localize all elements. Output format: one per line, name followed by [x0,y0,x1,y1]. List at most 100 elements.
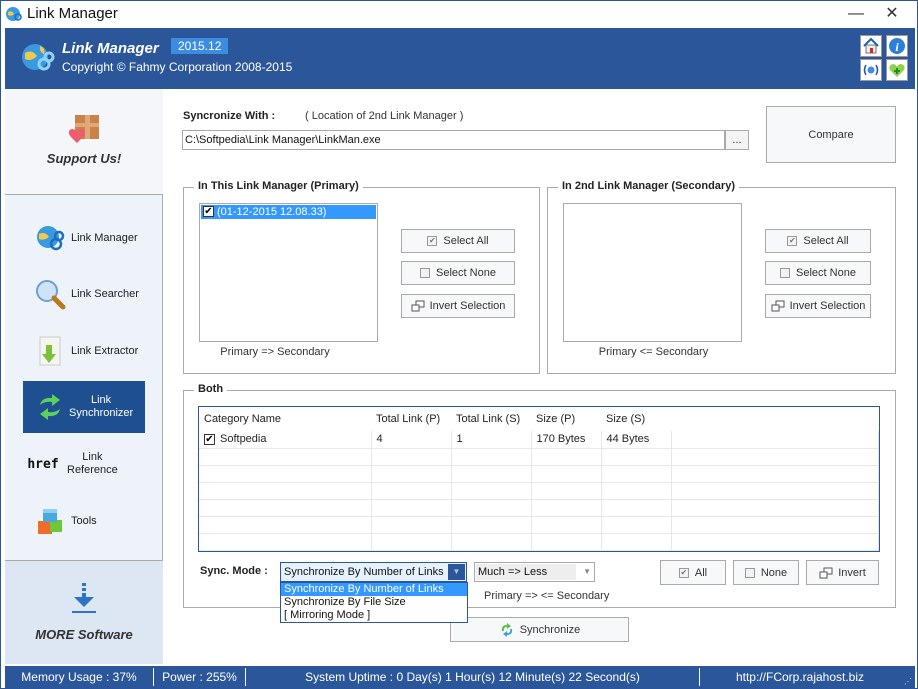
extract-icon [33,334,67,368]
sidebar-item-label: Link Reference [67,451,118,477]
button-label: Select None [436,267,496,279]
memory-usage: Memory Usage : 37% [21,670,137,684]
button-label: Select None [796,267,856,279]
secondary-listbox[interactable] [563,203,742,342]
favorite-heart-icon [889,64,905,77]
magnifier-icon [33,277,67,311]
minimize-button[interactable]: — [841,3,871,25]
table-cell: 170 Bytes [531,431,602,449]
title-bar: Link Manager — ✕ [1,1,917,27]
href-icon-text: href [27,456,59,472]
chevron-down-icon[interactable]: ▼ [583,564,591,580]
column-header[interactable]: Category Name [199,407,371,431]
secondary-select-none-button[interactable]: Select None [765,261,871,285]
invert-selection-icon [411,300,425,312]
both-group-title: Both [194,383,228,395]
close-button[interactable]: ✕ [877,3,907,25]
favorite-button[interactable] [886,59,908,81]
support-us-button[interactable]: Support Us! [5,89,163,195]
sidebar-item-tools[interactable]: Tools [23,495,145,547]
more-software-button[interactable]: MORE Software [5,560,163,664]
button-label: Select All [803,235,849,247]
sidebar-item-label: Link Synchronizer [69,394,133,420]
list-item-checkbox[interactable]: ✔ [203,206,214,217]
column-header[interactable]: Total Link (S) [451,407,531,431]
category-name: Softpedia [220,433,267,446]
sync-with-hint: ( Location of 2nd Link Manager ) [305,110,464,122]
primary-select-none-button[interactable]: Select None [401,261,515,285]
row-checkbox[interactable]: ✔ [204,433,215,445]
dropdown-option[interactable]: Synchronize By Number of Links [281,583,467,596]
sync-icon [501,622,512,637]
tools-cubes-icon [33,504,67,538]
secondary-select-all-button[interactable]: ✔ Select All [765,229,871,253]
dropdown-option[interactable]: Synchronize By File Size [281,596,467,609]
invert-selection-icon [819,567,833,578]
resize-grip-icon[interactable]: ⋰ [904,677,912,686]
empty-box-icon [420,268,431,278]
checked-box-icon: ✔ [427,236,438,246]
direction-select[interactable]: Much => Less ▼ [474,562,595,582]
invert-selection-icon [771,300,785,312]
sidebar-item-link-searcher[interactable]: Link Searcher [23,268,145,320]
checked-box-icon: ✔ [678,567,689,578]
primary-group-title: In This Link Manager (Primary) [194,180,363,192]
table-cell: 4 [371,431,452,449]
download-arrow-icon [72,583,96,613]
checked-box-icon: ✔ [787,236,798,246]
wireless-button[interactable] [860,59,882,81]
column-header[interactable]: Size (P) [531,407,601,431]
column-header-filler [671,407,879,431]
more-software-label: MORE Software [35,627,133,642]
button-label: Invert Selection [789,300,866,312]
primary-listbox[interactable]: ✔ (01-12-2015 12.08.33) [199,203,378,342]
primary-select-all-button[interactable]: ✔ Select All [401,229,515,253]
button-label: Synchronize [519,623,581,636]
button-label: Invert Selection [429,300,506,312]
categories-table[interactable]: Category Name Total Link (P) Total Link … [198,406,880,552]
column-header[interactable]: Total Link (P) [371,407,451,431]
check-all-button[interactable]: ✔ All [660,560,726,585]
sidebar-item-label: Link Searcher [71,287,139,300]
dropdown-option[interactable]: [ Mirroring Mode ] [281,609,467,622]
info-button[interactable]: i [886,35,908,57]
home-icon [863,37,879,54]
path-input[interactable]: C:\Softpedia\Link Manager\LinkMan.exe [182,130,725,150]
direction-value: Much => Less [476,564,576,580]
chevron-down-icon[interactable]: ▼ [448,564,465,580]
app-globe-icon [6,7,22,21]
empty-row [199,516,879,534]
sidebar-item-link-extractor[interactable]: Link Extractor [23,325,145,377]
app-name: Link Manager [62,40,159,57]
table-cell [671,431,879,449]
invert-button[interactable]: Invert [806,560,879,585]
sync-mode-select[interactable]: Synchronize By Number of Links ▼ [280,562,467,582]
secondary-group-title: In 2nd Link Manager (Secondary) [558,180,739,192]
home-button[interactable] [860,35,882,57]
website-link[interactable]: http://FCorp.rajahost.biz [700,666,900,688]
primary-list-item[interactable]: ✔ (01-12-2015 12.08.33) [201,205,376,219]
href-icon: href [23,447,63,481]
status-bar: Memory Usage : 37% Power : 255% System U… [5,666,915,688]
label-line-2: Synchronizer [69,407,134,419]
column-header[interactable]: Size (S) [601,407,671,431]
sync-mode-value: Synchronize By Number of Links [284,566,444,578]
sidebar-item-label: Link Extractor [71,344,139,357]
browse-button[interactable]: ... [725,130,749,150]
synchronize-button[interactable]: Synchronize [450,617,629,642]
sidebar-item-link-reference[interactable]: href Link Reference [23,438,145,490]
table-cell: 1 [451,431,532,449]
table-header-row: Category Name Total Link (P) Total Link … [199,407,879,431]
compare-button[interactable]: Compare [766,106,896,163]
sidebar-item-link-manager[interactable]: Link Manager [23,212,145,264]
button-label: All [694,566,708,579]
list-item-label: (01-12-2015 12.08.33) [217,206,327,218]
sidebar-item-label: Tools [71,514,97,527]
empty-row [199,533,879,551]
check-none-button[interactable]: None [733,560,799,585]
sidebar-item-link-synchronizer[interactable]: Link Synchronizer [23,381,145,433]
primary-invert-button[interactable]: Invert Selection [401,294,515,318]
app-header: Link Manager 2015.12 Copyright © Fahmy C… [5,28,915,89]
secondary-invert-button[interactable]: Invert Selection [765,294,871,318]
table-row[interactable]: ✔ Softpedia 4 1 170 Bytes 44 Bytes [199,431,879,449]
